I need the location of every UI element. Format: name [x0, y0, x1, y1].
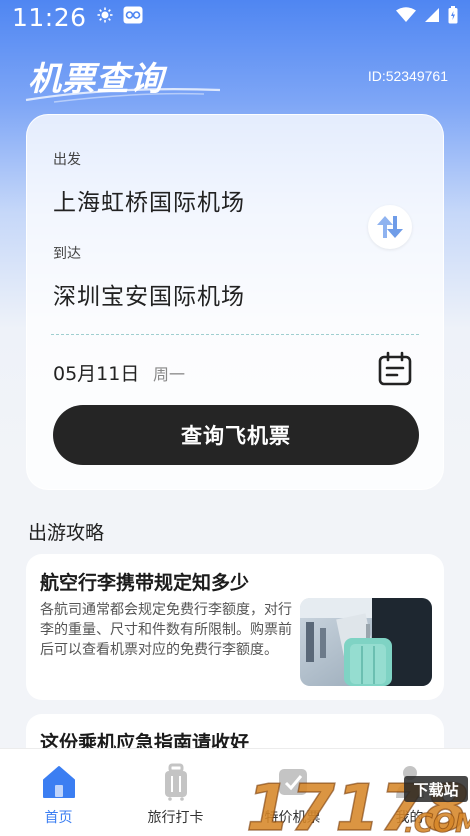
- tab-label: 首页: [44, 810, 73, 826]
- arrive-label: 到达: [53, 246, 81, 262]
- tab-home[interactable]: 首页: [0, 749, 117, 836]
- brightness-icon: [97, 7, 113, 27]
- swap-airports-button[interactable]: [368, 205, 412, 249]
- wifi-icon: [396, 7, 416, 27]
- depart-label: 出发: [53, 152, 81, 168]
- battery-icon: [448, 6, 458, 28]
- departure-date[interactable]: 05月11日: [53, 359, 139, 386]
- notification-app-icon: [123, 6, 143, 28]
- tab-label: 旅行打卡: [147, 810, 204, 826]
- airport-luggage-image: [300, 598, 432, 686]
- watermark-logo: 17178 下载站 .COM: [244, 768, 470, 836]
- departure-weekday: 周一: [153, 365, 186, 384]
- svg-text:下载站: 下载站: [413, 781, 458, 799]
- cellular-signal-icon: [424, 7, 440, 27]
- guide-card-description: 各航司通常都会规定免费行李额度，对行李的重量、尺寸和件数有所限制。购票前后可以查…: [40, 602, 292, 658]
- calendar-icon[interactable]: [377, 351, 413, 391]
- title-swoosh-decoration: [25, 88, 221, 103]
- flight-search-card: 出发 上海虹桥国际机场 到达 深圳宝安国际机场 05月11日 周一 查询飞机票: [26, 114, 444, 490]
- search-flights-button[interactable]: 查询飞机票: [53, 405, 419, 465]
- depart-airport[interactable]: 上海虹桥国际机场: [53, 183, 245, 217]
- guide-card-title: 航空行李携带规定知多少: [40, 572, 250, 594]
- home-icon: [40, 763, 78, 805]
- user-id: ID:52349761: [367, 68, 448, 84]
- suitcase-icon: [157, 763, 195, 805]
- guides-section-title: 出游攻略: [28, 522, 105, 544]
- status-time: 11:26: [12, 2, 87, 32]
- guide-card[interactable]: 航空行李携带规定知多少 各航司通常都会规定免费行李额度，对行李的重量、尺寸和件数…: [26, 554, 444, 700]
- swap-arrows-icon: [377, 216, 403, 238]
- status-bar: 11:26: [0, 0, 470, 34]
- tab-travel-checkin[interactable]: 旅行打卡: [117, 749, 234, 836]
- divider: [51, 334, 419, 335]
- svg-text:.COM: .COM: [404, 809, 470, 836]
- arrive-airport[interactable]: 深圳宝安国际机场: [53, 277, 245, 311]
- header: 机票查询 ID:52349761: [25, 52, 448, 103]
